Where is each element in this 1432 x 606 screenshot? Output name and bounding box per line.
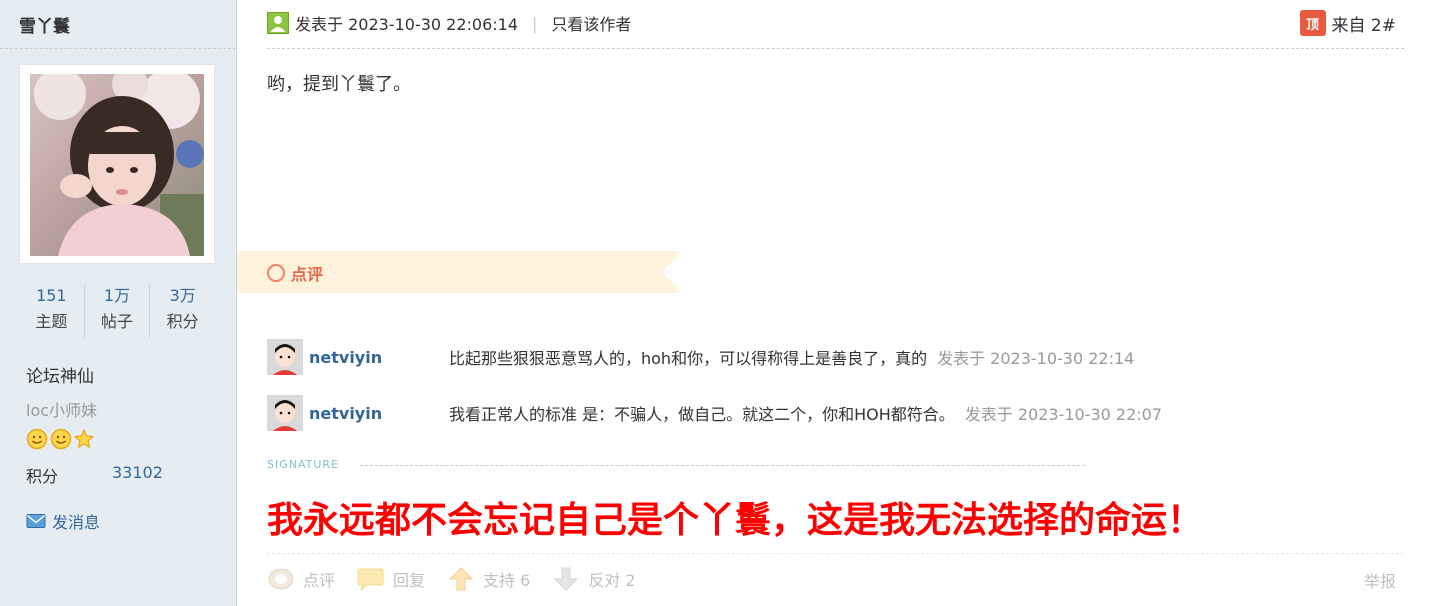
commenter-avatar[interactable] [267, 339, 303, 375]
smiley-icon [26, 428, 48, 450]
separator: | [532, 13, 538, 33]
author-name[interactable]: 雪丫鬟 [19, 12, 70, 37]
author-stats: 151 主题 1万 帖子 3万 积分 [19, 284, 215, 338]
post-actions: 点评 回复 支持 6 反对 2 [267, 566, 658, 592]
comment-text: 比起那些狠狠恶意骂人的，hoh和你，可以得称得上是善良了，真的 [449, 349, 928, 368]
stat-label: 积分 [166, 312, 199, 331]
bump-badge[interactable]: 顶 [1299, 10, 1326, 36]
thumb-up-arrow-icon [448, 567, 474, 591]
post-content: 哟，提到丫鬟了。 [267, 74, 411, 95]
circle-icon [267, 264, 285, 282]
dianping-header: 点评 [267, 261, 323, 285]
star-icon [74, 428, 94, 449]
report-link[interactable]: 举报 [1364, 568, 1396, 592]
smiley-icon [50, 428, 72, 450]
post-header: 发表于 2023-10-30 22:06:14 | 只看该作者 [267, 11, 631, 35]
author-panel: 雪丫鬟 151 主题 1万 帖子 3万 积分 论坛神仙 loc小师妹 积分 33… [0, 0, 237, 606]
signature-label: SIGNATURE [267, 458, 340, 471]
envelope-icon [26, 514, 46, 528]
comment-item: netviyin 我看正常人的标准 是：不骗人，做自己。就这二个，你和HOH都符… [267, 395, 1162, 431]
commenter-avatar[interactable] [267, 395, 303, 431]
avatar-photo [30, 74, 204, 256]
reply-bubble-icon [357, 568, 384, 591]
dianping-button-label: 点评 [303, 571, 336, 590]
divider [0, 48, 236, 49]
comment-bubble-icon [268, 568, 294, 590]
credit-value[interactable]: 33102 [112, 463, 163, 482]
send-message-button[interactable]: 发消息 [26, 509, 100, 533]
support-button[interactable]: 支持 6 [447, 566, 530, 592]
post-body: 发表于 2023-10-30 22:06:14 | 只看该作者 顶 来自 2# … [237, 0, 1432, 606]
signature-text: 我永远都不会忘记自己是个丫鬟，这是我无法选择的命运！ [267, 500, 1204, 541]
comment-text: 我看正常人的标准 是：不骗人，做自己。就这二个，你和HOH都符合。 [449, 405, 955, 424]
reply-button-label: 回复 [393, 571, 426, 590]
comment-item: netviyin 比起那些狠狠恶意骂人的，hoh和你，可以得称得上是善良了，真的… [267, 339, 1134, 375]
commenter-name[interactable]: netviyin [309, 404, 449, 423]
stat-label: 主题 [35, 312, 68, 331]
stat-value: 1万 [103, 286, 131, 305]
avatar[interactable] [19, 64, 215, 264]
stat-value: 151 [36, 286, 67, 305]
comment-time: 发表于 2023-10-30 22:07 [964, 405, 1163, 424]
reply-button[interactable]: 回复 [357, 566, 425, 592]
credit-row: 积分 33102 [26, 463, 163, 487]
dianping-button[interactable]: 点评 [267, 566, 335, 592]
floor-number[interactable]: 来自 2# [1332, 11, 1396, 36]
user-group: loc小师妹 [26, 401, 98, 420]
send-message-label: 发消息 [52, 513, 101, 532]
credit-label: 积分 [26, 467, 59, 486]
commenter-name[interactable]: netviyin [309, 348, 449, 367]
stat-credits[interactable]: 3万 积分 [150, 284, 215, 338]
thumb-down-arrow-icon [554, 567, 579, 591]
support-button-label: 支持 6 [483, 571, 531, 590]
stat-topics[interactable]: 151 主题 [19, 284, 85, 338]
divider [267, 553, 1404, 554]
rank-stars [26, 428, 94, 450]
post-time: 发表于 2023-10-30 22:06:14 [295, 15, 519, 34]
stat-label: 帖子 [101, 312, 134, 331]
dianping-title: 点评 [291, 265, 324, 284]
comment-time: 发表于 2023-10-30 22:14 [937, 349, 1135, 368]
oppose-button-label: 反对 2 [588, 571, 636, 590]
oppose-button[interactable]: 反对 2 [552, 566, 636, 592]
stat-value: 3万 [169, 286, 196, 305]
floor-info: 顶 来自 2# [1299, 10, 1396, 36]
stat-posts[interactable]: 1万 帖子 [85, 284, 151, 338]
user-rank[interactable]: 论坛神仙 [26, 362, 94, 387]
divider [267, 48, 1404, 49]
online-status-icon [267, 12, 289, 34]
signature-divider [360, 465, 1085, 466]
only-author-link[interactable]: 只看该作者 [551, 11, 631, 35]
